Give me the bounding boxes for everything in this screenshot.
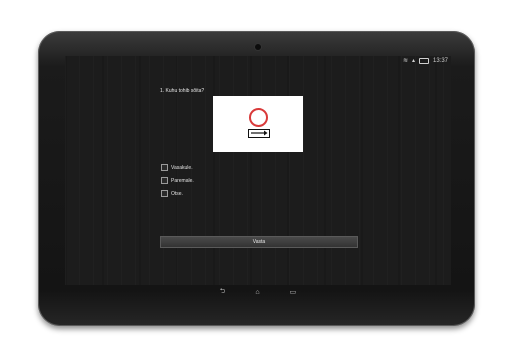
option-checkbox[interactable]: [161, 177, 168, 184]
question-text: 1. Kuhu tohib sõita?: [160, 88, 205, 94]
right-arrow-plate-icon: [248, 129, 270, 138]
option-vasakule[interactable]: Vasakule.: [161, 164, 193, 171]
option-paremale[interactable]: Paremale.: [161, 177, 194, 184]
front-camera: [255, 44, 261, 50]
status-time: 13:37: [432, 58, 448, 64]
navigation-bar: ⮌ ⌂ ▭: [65, 285, 451, 299]
answer-button[interactable]: Vasta: [160, 236, 358, 248]
wifi-icon: ≋: [402, 58, 408, 64]
app-screen: ≋ ▴ 13:37 1. Kuhu tohib sõita? Vasakule.…: [65, 56, 451, 285]
option-checkbox[interactable]: [161, 164, 168, 171]
battery-icon: [418, 58, 429, 64]
no-entry-ring-icon: [249, 108, 268, 127]
status-bar: ≋ ▴ 13:37: [403, 56, 451, 66]
back-icon[interactable]: ⮌: [220, 287, 226, 298]
signal-icon: ▴: [411, 58, 415, 64]
option-label: Vasakule.: [171, 164, 193, 171]
option-label: Otse.: [171, 190, 183, 197]
option-label: Paremale.: [171, 177, 194, 184]
recents-icon[interactable]: ▭: [290, 288, 297, 296]
option-checkbox[interactable]: [161, 190, 168, 197]
option-otse[interactable]: Otse.: [161, 190, 183, 197]
traffic-sign-image: [213, 96, 303, 152]
home-icon[interactable]: ⌂: [255, 289, 259, 296]
